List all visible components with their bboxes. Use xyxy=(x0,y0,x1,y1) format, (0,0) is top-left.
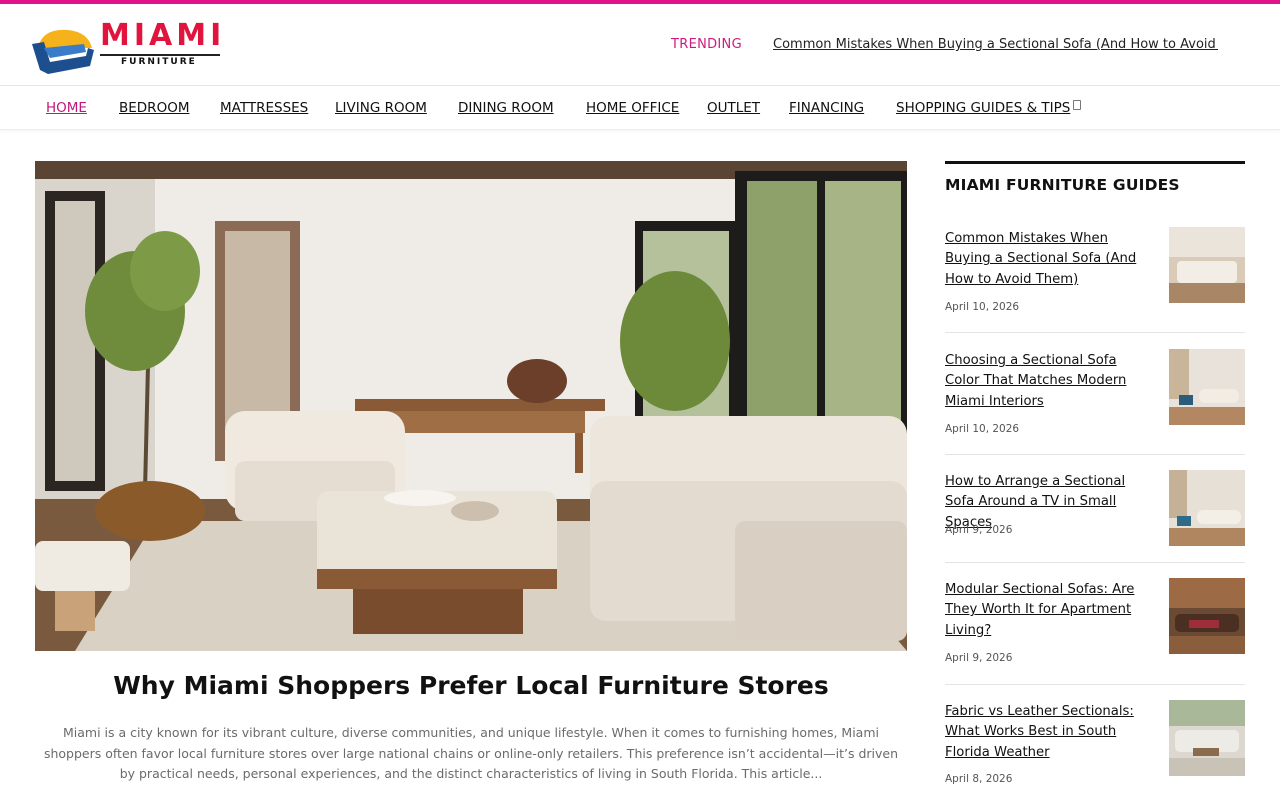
sidebar-post-title[interactable]: Modular Sectional Sofas: Are They Worth … xyxy=(945,580,1155,641)
sidebar-divider xyxy=(945,684,1245,685)
logo-underline xyxy=(100,54,220,56)
sidebar-post-title[interactable]: Choosing a Sectional Sofa Color That Mat… xyxy=(945,351,1155,412)
nav-item-dining-room[interactable]: DINING ROOM xyxy=(458,100,554,116)
sidebar-divider xyxy=(945,454,1245,455)
featured-article-title[interactable]: Why Miami Shoppers Prefer Local Furnitur… xyxy=(35,671,907,700)
sidebar-post-date: April 10, 2026 xyxy=(945,423,1020,435)
nav-item-living-room[interactable]: LIVING ROOM xyxy=(335,100,427,116)
trending-headline-link[interactable]: Common Mistakes When Buying a Sectional … xyxy=(773,37,1218,52)
logo-tagline: FURNITURE xyxy=(121,57,197,67)
nav-item-mattresses[interactable]: MATTRESSES xyxy=(220,100,308,116)
sidebar-post-thumbnail[interactable] xyxy=(1169,470,1245,546)
site-logo[interactable]: MIAMI FURNITURE xyxy=(0,4,240,86)
trending-label: TRENDING xyxy=(671,37,742,52)
nav-item-shopping-guides[interactable]: SHOPPING GUIDES & TIPS xyxy=(896,100,1070,116)
nav-item-financing[interactable]: FINANCING xyxy=(789,100,864,116)
sidebar-post: How to Arrange a Sectional Sofa Around a… xyxy=(945,470,1245,552)
sidebar-heading: MIAMI FURNITURE GUIDES xyxy=(945,176,1180,194)
sidebar-post-date: April 9, 2026 xyxy=(945,524,1013,536)
sidebar-post-title[interactable]: Common Mistakes When Buying a Sectional … xyxy=(945,229,1155,290)
logo-wordmark: MIAMI xyxy=(100,18,226,53)
sidebar-post-thumbnail[interactable] xyxy=(1169,349,1245,425)
nav-item-home-office[interactable]: HOME OFFICE xyxy=(586,100,679,116)
featured-article-excerpt: Miami is a city known for its vibrant cu… xyxy=(43,725,899,781)
sidebar-rule xyxy=(945,161,1245,164)
sidebar-post-thumbnail[interactable] xyxy=(1169,700,1245,776)
sidebar-post-date: April 8, 2026 xyxy=(945,773,1013,785)
chevron-down-icon[interactable] xyxy=(1073,100,1081,110)
featured-article-image[interactable] xyxy=(35,161,907,651)
sidebar-post-date: April 10, 2026 xyxy=(945,301,1020,313)
sidebar-post-thumbnail[interactable] xyxy=(1169,227,1245,303)
sidebar-divider xyxy=(945,332,1245,333)
sidebar-post-title[interactable]: Fabric vs Leather Sectionals: What Works… xyxy=(945,702,1155,763)
nav-item-outlet[interactable]: OUTLET xyxy=(707,100,760,116)
nav-item-home[interactable]: HOME xyxy=(46,100,87,116)
sidebar-post: Choosing a Sectional Sofa Color That Mat… xyxy=(945,349,1245,441)
nav-item-bedroom[interactable]: BEDROOM xyxy=(119,100,189,116)
sidebar-post: Fabric vs Leather Sectionals: What Works… xyxy=(945,700,1245,792)
sidebar-post: Common Mistakes When Buying a Sectional … xyxy=(945,227,1245,319)
sidebar-divider xyxy=(945,562,1245,563)
sidebar-post-date: April 9, 2026 xyxy=(945,652,1013,664)
sidebar-post: Modular Sectional Sofas: Are They Worth … xyxy=(945,578,1245,670)
main-navigation: HOME BEDROOM MATTRESSES LIVING ROOM DINI… xyxy=(0,86,1280,130)
site-header: MIAMI FURNITURE TRENDING Common Mistakes… xyxy=(0,4,1280,86)
sidebar-post-thumbnail[interactable] xyxy=(1169,578,1245,654)
